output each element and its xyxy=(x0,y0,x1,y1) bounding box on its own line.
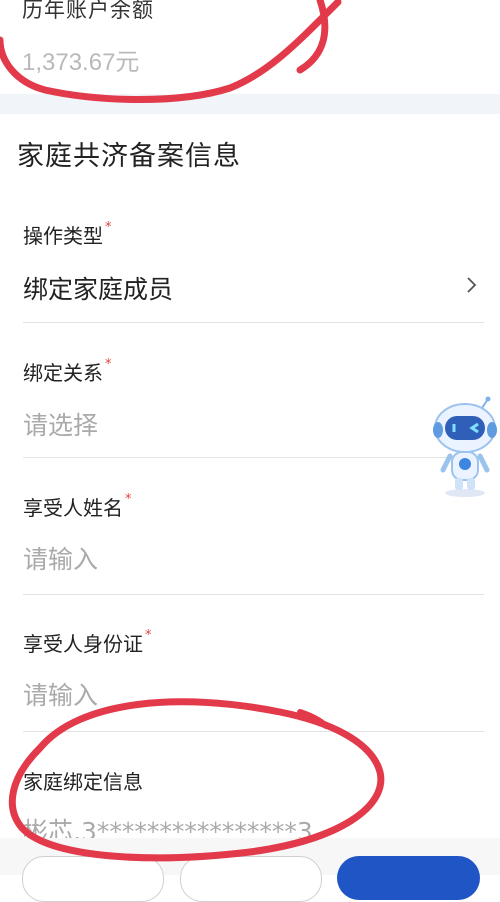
divider xyxy=(23,322,484,323)
chevron-right-icon[interactable] xyxy=(466,275,478,295)
beneficiary-name-input[interactable]: 请输入 xyxy=(23,540,98,576)
section-title: 家庭共济备案信息 xyxy=(17,141,241,172)
operation-type-select[interactable]: 绑定家庭成员 xyxy=(23,270,173,306)
required-mark: * xyxy=(125,492,132,507)
divider xyxy=(23,594,484,595)
balance-label: 历年账户余额 xyxy=(22,0,154,22)
relation-label-text: 绑定关系 xyxy=(23,361,103,385)
operation-type-label: 操作类型 * xyxy=(23,220,112,249)
divider xyxy=(23,731,484,732)
balance-card: 历年账户余额 1,373.67元 xyxy=(0,0,500,94)
required-mark: * xyxy=(105,357,112,372)
family-binding-label: 家庭绑定信息 xyxy=(23,770,143,794)
beneficiary-name-label-text: 享受人姓名 xyxy=(23,496,123,520)
balance-value: 1,373.67元 xyxy=(22,49,140,76)
middle-action-button[interactable] xyxy=(180,856,322,902)
primary-action-button[interactable] xyxy=(337,856,480,900)
operation-type-label-text: 操作类型 xyxy=(23,224,103,248)
beneficiary-id-input[interactable]: 请输入 xyxy=(23,676,98,712)
relation-select[interactable]: 请选择 xyxy=(23,406,98,442)
divider xyxy=(23,457,484,458)
beneficiary-id-label-text: 享受人身份证 xyxy=(23,632,143,656)
robot-assistant-icon[interactable] xyxy=(430,396,500,498)
relation-label: 绑定关系 * xyxy=(23,357,112,386)
section-gap xyxy=(0,94,500,114)
required-mark: * xyxy=(145,628,152,643)
left-action-button[interactable] xyxy=(22,856,164,902)
beneficiary-id-label: 享受人身份证 * xyxy=(23,628,152,657)
required-mark: * xyxy=(105,220,112,235)
beneficiary-name-label: 享受人姓名 * xyxy=(23,492,132,521)
